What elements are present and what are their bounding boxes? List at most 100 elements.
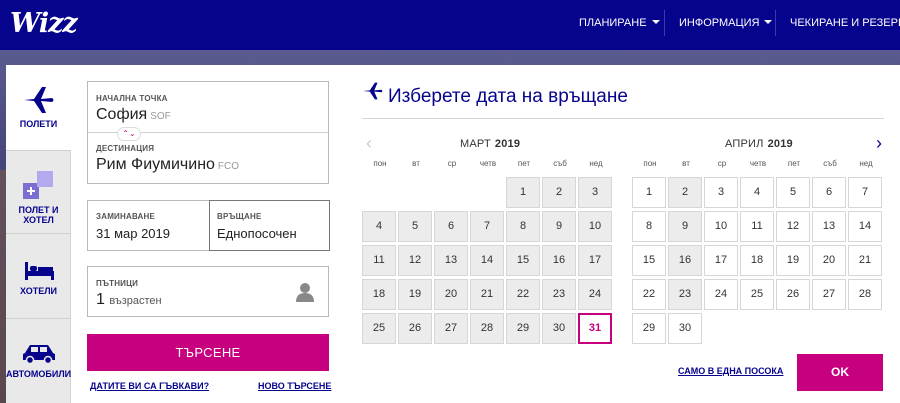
calendar-day[interactable]: 15: [506, 245, 540, 276]
new-search-link[interactable]: НОВО ТЪРСЕНЕ: [258, 381, 331, 391]
month-year: 2019: [494, 138, 521, 150]
top-navbar: Wizz ПЛАНИРАНЕ ИНФОРМАЦИЯ ЧЕКИРАНЕ И РЕЗ…: [0, 0, 900, 50]
tab-hotels[interactable]: ХОТЕЛИ: [6, 234, 71, 318]
calendar-day[interactable]: 14: [470, 245, 504, 276]
weekday-header: ср: [447, 159, 457, 168]
calendar-day[interactable]: 30: [668, 313, 702, 344]
nav-checkin[interactable]: ЧЕКИРАНЕ И РЕЗЕРВАЦ: [790, 17, 900, 29]
calendar-day[interactable]: 8: [506, 211, 540, 242]
calendar-day[interactable]: 7: [848, 177, 882, 208]
flexible-dates-link[interactable]: ДАТИТЕ ВИ СА ГЪВКАВИ?: [90, 381, 209, 391]
calendar-day[interactable]: 1: [506, 177, 540, 208]
tab-cars[interactable]: АВТОМОБИЛИ: [6, 319, 71, 403]
calendar-day[interactable]: 3: [704, 177, 738, 208]
calendar-day[interactable]: 10: [578, 211, 612, 242]
return-field[interactable]: ВРЪЩАНЕ Еднопосочен: [209, 200, 330, 251]
calendar-day[interactable]: 26: [776, 279, 810, 310]
calendar-day[interactable]: 23: [668, 279, 702, 310]
calendar-day[interactable]: 6: [812, 177, 846, 208]
one-way-link[interactable]: САМО В ЕДНА ПОСОКА: [678, 366, 783, 376]
calendar-day[interactable]: 8: [632, 211, 666, 242]
calendar-day[interactable]: 18: [740, 245, 774, 276]
calendar-day[interactable]: 21: [470, 279, 504, 310]
departure-field[interactable]: ЗАМИНАВАНЕ 31 мар 2019: [88, 201, 209, 250]
weekday-header: пон: [643, 159, 657, 168]
wizz-logo[interactable]: Wizz: [10, 8, 78, 39]
calendar-day[interactable]: 7: [470, 211, 504, 242]
weekday-header: нед: [859, 159, 873, 168]
calendar-day[interactable]: 28: [848, 279, 882, 310]
tab-flight-hotel[interactable]: ПОЛЕТ И ХОТЕЛ: [6, 151, 71, 233]
calendar-day[interactable]: 31: [578, 313, 612, 344]
calendar-day[interactable]: 29: [632, 313, 666, 344]
prev-month-arrow[interactable]: ‹: [366, 133, 372, 154]
calendar-day[interactable]: 23: [542, 279, 576, 310]
tab-flight-hotel-label: ПОЛЕТ И ХОТЕЛ: [18, 205, 59, 225]
calendar-day[interactable]: 20: [434, 279, 468, 310]
weekday-header: съб: [823, 159, 837, 168]
calendar-day[interactable]: 17: [704, 245, 738, 276]
calendar-day[interactable]: 5: [398, 211, 432, 242]
calendar-day[interactable]: 19: [398, 279, 432, 310]
calendar-day[interactable]: 27: [812, 279, 846, 310]
calendar-day[interactable]: 16: [668, 245, 702, 276]
calendar-day[interactable]: 15: [632, 245, 666, 276]
search-button[interactable]: ТЪРСЕНЕ: [87, 334, 329, 371]
calendar-day[interactable]: 2: [542, 177, 576, 208]
calendar-day[interactable]: 25: [362, 313, 396, 344]
calendar-day[interactable]: 11: [362, 245, 396, 276]
calendar-day[interactable]: 11: [740, 211, 774, 242]
calendar-day[interactable]: 25: [740, 279, 774, 310]
calendar-day[interactable]: 26: [398, 313, 432, 344]
ok-button[interactable]: OK: [797, 354, 883, 391]
calendar-day[interactable]: 3: [578, 177, 612, 208]
calendar-day[interactable]: 27: [434, 313, 468, 344]
calendar-day[interactable]: 9: [542, 211, 576, 242]
calendar-day[interactable]: 16: [542, 245, 576, 276]
calendar-day[interactable]: 24: [704, 279, 738, 310]
month-year: 2019: [767, 138, 793, 150]
calendar-day[interactable]: 2: [668, 177, 702, 208]
calendar-day[interactable]: 28: [470, 313, 504, 344]
calendar-day[interactable]: 19: [776, 245, 810, 276]
calendar-day[interactable]: 21: [848, 245, 882, 276]
tab-flights[interactable]: ПОЛЕТИ: [6, 65, 72, 150]
calendar-day[interactable]: 14: [848, 211, 882, 242]
calendar-day[interactable]: 20: [812, 245, 846, 276]
calendar-day[interactable]: 22: [506, 279, 540, 310]
calendar-day[interactable]: 10: [704, 211, 738, 242]
return-label: ВРЪЩАНЕ: [217, 212, 262, 221]
swap-icon: ⌃⌄: [122, 129, 136, 138]
nav-divider: [664, 10, 665, 36]
swap-route-button[interactable]: ⌃⌄: [117, 127, 141, 141]
nav-planning[interactable]: ПЛАНИРАНЕ: [579, 17, 660, 29]
destination-label: ДЕСТИНАЦИЯ: [96, 144, 155, 153]
calendar-day[interactable]: 4: [740, 177, 774, 208]
calendar-day[interactable]: 6: [434, 211, 468, 242]
calendar-day[interactable]: 1: [632, 177, 666, 208]
calendar-day[interactable]: 29: [506, 313, 540, 344]
calendar-day[interactable]: 13: [434, 245, 468, 276]
calendar-day[interactable]: 12: [398, 245, 432, 276]
passengers-value: 1 възрастен: [96, 291, 162, 309]
calendar-day[interactable]: 4: [362, 211, 396, 242]
calendar-day[interactable]: 18: [362, 279, 396, 310]
calendar-day[interactable]: 22: [632, 279, 666, 310]
weekday-header: вт: [412, 159, 420, 168]
weekday-header: четв: [749, 159, 767, 168]
month-title-march: МАРТ 2019: [460, 138, 520, 150]
calendar-day[interactable]: 13: [812, 211, 846, 242]
calendar-title: Изберете дата на връщане: [388, 86, 628, 107]
nav-information[interactable]: ИНФОРМАЦИЯ: [679, 17, 773, 29]
calendar-day[interactable]: 5: [776, 177, 810, 208]
calendar-day[interactable]: 30: [542, 313, 576, 344]
origin-field[interactable]: НАЧАЛНА ТОЧКА София SOF: [88, 82, 328, 132]
next-month-arrow[interactable]: ›: [876, 133, 882, 154]
calendar-day[interactable]: 12: [776, 211, 810, 242]
calendar-day[interactable]: 9: [668, 211, 702, 242]
passengers-field[interactable]: ПЪТНИЦИ 1 възрастен: [87, 266, 329, 317]
return-date-calendar: Изберете дата на връщане ‹ › МАРТ 2019 АП…: [345, 65, 900, 403]
caret-down-icon: [764, 20, 773, 24]
calendar-day[interactable]: 17: [578, 245, 612, 276]
calendar-day[interactable]: 24: [578, 279, 612, 310]
